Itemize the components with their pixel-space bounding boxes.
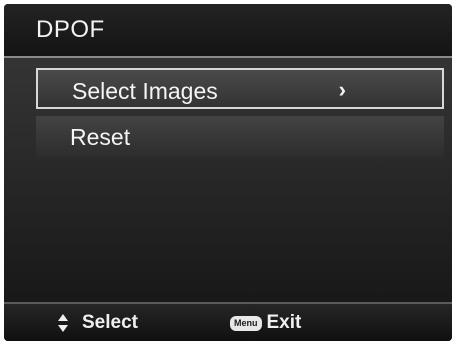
title-divider (4, 56, 452, 58)
menu-item-reset[interactable]: Reset (36, 116, 444, 157)
select-hint: Select (56, 312, 138, 334)
select-hint-label: Select (82, 312, 138, 333)
menu-item-label: Select Images (72, 78, 218, 104)
exit-hint-label: Exit (266, 312, 302, 333)
exit-hint: Menu Exit (230, 312, 301, 334)
title-bar: DPOF (4, 4, 452, 56)
chevron-right-icon: › (338, 77, 346, 102)
menu-item-select-images[interactable]: Select Images › (36, 68, 444, 109)
menu-item-label: Reset (70, 124, 131, 150)
page-title: DPOF (36, 16, 105, 43)
footer-bar: Select Menu Exit (4, 304, 452, 341)
up-down-arrows-icon (56, 313, 70, 333)
camera-menu-screen: DPOF Select Images › Reset Select Menu E… (4, 4, 452, 341)
menu-button-icon: Menu (230, 315, 262, 331)
